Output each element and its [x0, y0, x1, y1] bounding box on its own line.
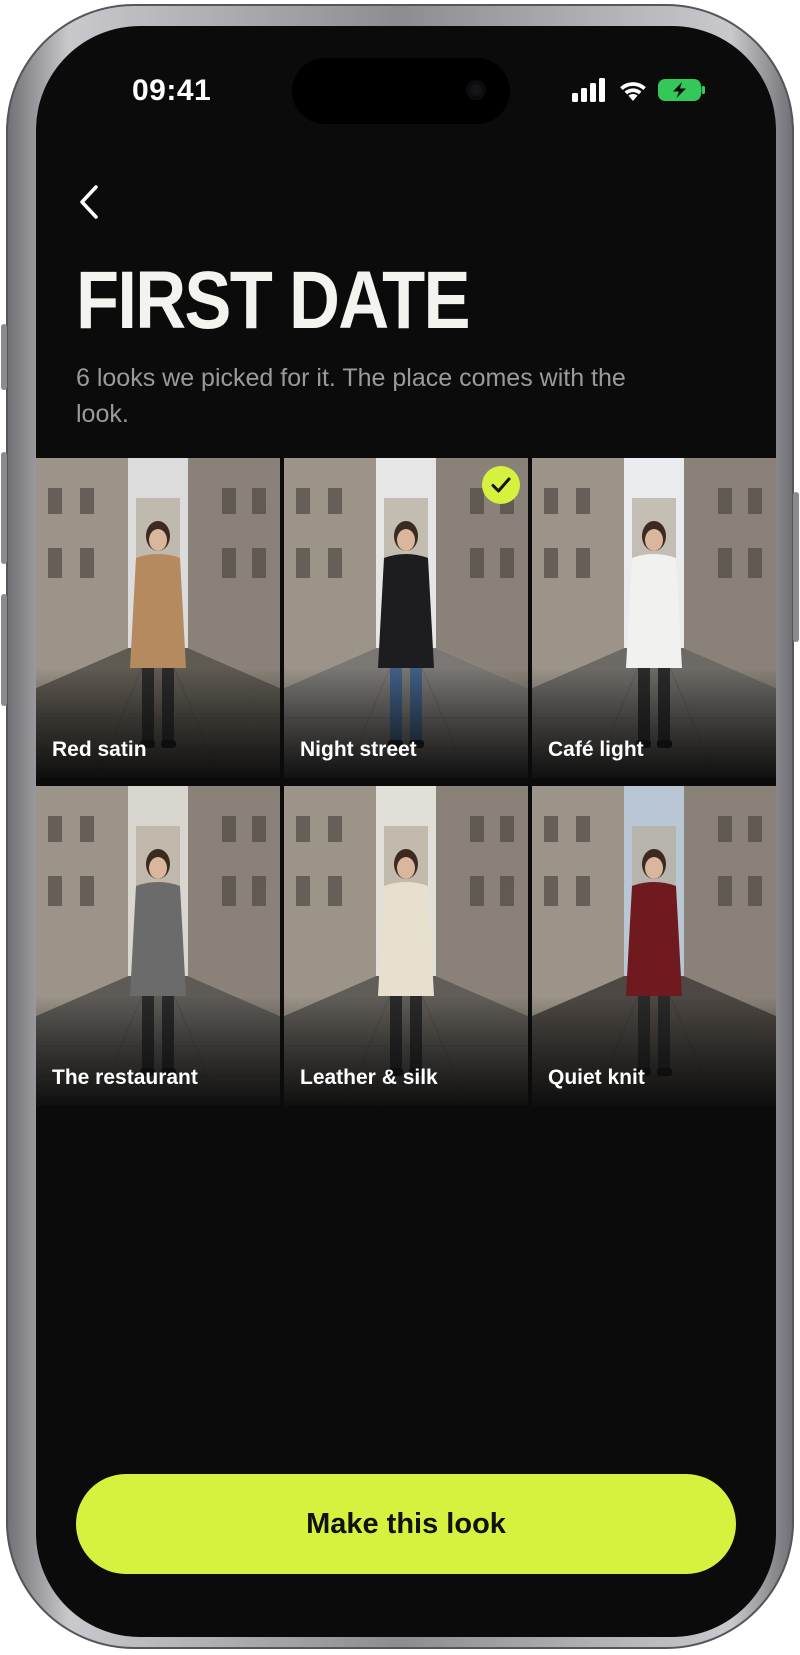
back-button[interactable]	[66, 178, 114, 226]
volume-up-button	[1, 452, 7, 564]
power-button	[793, 492, 799, 642]
cellular-signal-icon	[572, 78, 608, 107]
page-title: FIRST DATE	[76, 255, 471, 346]
look-tile[interactable]: Leather & silk	[284, 786, 528, 1106]
action-button	[1, 324, 7, 390]
battery-charging-icon	[658, 78, 706, 107]
make-this-look-button[interactable]: Make this look	[76, 1474, 736, 1574]
phone-frame: 09:41 FIRST DATE 6 looks we picked for i…	[1, 4, 799, 1649]
status-time: 09:41	[132, 74, 212, 107]
dynamic-island	[292, 58, 510, 124]
look-tile[interactable]: Night street	[284, 458, 528, 778]
looks-grid: Red satin Night street Café light The re…	[36, 458, 776, 1106]
wifi-icon	[618, 78, 648, 107]
status-icons	[572, 78, 706, 107]
app-screen: 09:41 FIRST DATE 6 looks we picked for i…	[36, 26, 776, 1637]
look-tile[interactable]: Café light	[532, 458, 776, 778]
chevron-left-icon	[80, 185, 98, 219]
volume-down-button	[1, 594, 7, 706]
checkmark-icon	[491, 477, 511, 493]
look-tile[interactable]: Quiet knit	[532, 786, 776, 1106]
look-label: The restaurant	[52, 1066, 198, 1089]
look-label: Café light	[548, 738, 644, 761]
look-label: Quiet knit	[548, 1066, 645, 1089]
look-label: Night street	[300, 738, 417, 761]
look-label: Leather & silk	[300, 1066, 438, 1089]
look-tile[interactable]: Red satin	[36, 458, 280, 778]
front-camera-icon	[466, 80, 486, 100]
page-subtitle: 6 looks we picked for it. The place come…	[76, 364, 626, 428]
look-label: Red satin	[52, 738, 147, 761]
selected-badge	[482, 466, 520, 504]
look-tile[interactable]: The restaurant	[36, 786, 280, 1106]
status-bar: 09:41	[36, 26, 776, 126]
